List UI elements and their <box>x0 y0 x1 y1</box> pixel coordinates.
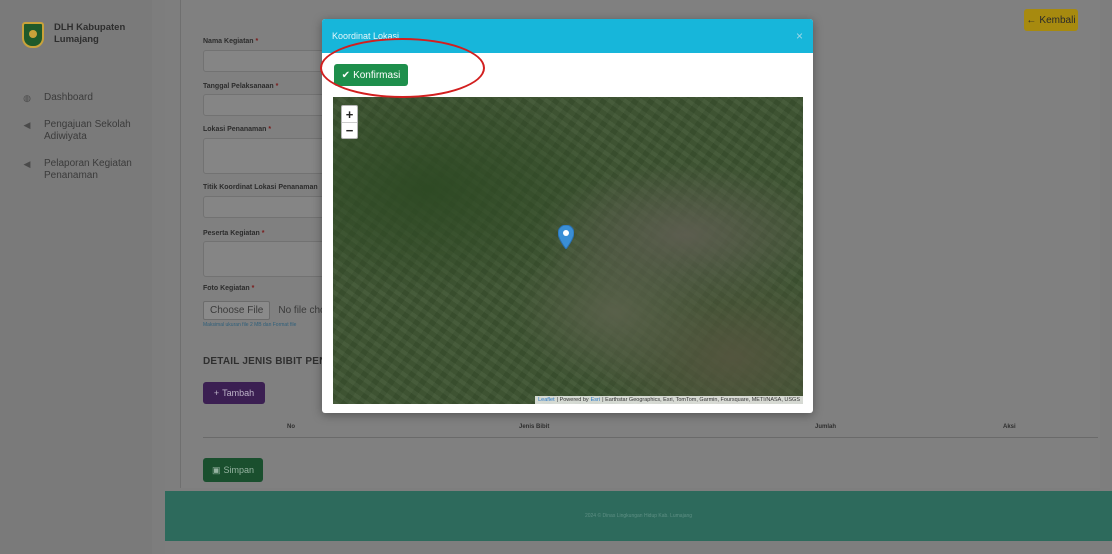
label-lokasi: Lokasi Penanaman * <box>203 126 271 133</box>
sidebar-item-dashboard[interactable]: ◍ Dashboard <box>22 92 147 104</box>
check-icon: ✔ <box>341 69 351 81</box>
label-text: Tanggal Pelaksanaan <box>203 83 274 90</box>
sidebar: DLH Kabupaten Lumajang ◍ Dashboard ◀ Pen… <box>0 0 152 554</box>
file-status: No file cho <box>278 305 326 316</box>
plus-icon: + <box>213 388 220 398</box>
label-text: Titik Koordinat Lokasi Penanaman <box>203 184 318 191</box>
send-icon: ◀ <box>23 159 31 169</box>
brand[interactable]: DLH Kabupaten Lumajang <box>22 22 144 48</box>
map-attribution: Leaflet | Powered by Esri | Earthstar Ge… <box>535 396 803 404</box>
label-nama-kegiatan: Nama Kegiatan * <box>203 38 258 45</box>
label-peserta: Peserta Kegiatan * <box>203 230 265 237</box>
sidebar-item-pengajuan[interactable]: ◀ Pengajuan Sekolah Adiwiyata <box>22 119 147 143</box>
footer-text: 2024 © Dinas Lingkungan Hidup Kab. Lumaj… <box>584 513 693 519</box>
label-text: Lokasi Penanaman <box>203 126 267 133</box>
logo <box>22 22 44 48</box>
file-hint: Maksimal ukuran file 2 MB dan Format fil… <box>203 322 297 328</box>
sidebar-nav: ◍ Dashboard ◀ Pengajuan Sekolah Adiwiyat… <box>22 92 147 197</box>
label-text: Foto Kegiatan <box>203 285 250 292</box>
required-mark: * <box>275 83 279 90</box>
save-icon: ▣ <box>211 464 221 475</box>
modal-title: Koordinat Lokasi <box>332 31 400 41</box>
confirm-button-label: Konfirmasi <box>353 69 401 81</box>
coordinate-modal: Koordinat Lokasi × ✔ Konfirmasi + − Leaf… <box>322 19 813 413</box>
table-header: No Jenis Bibit Jumlah Aksi <box>203 418 1098 438</box>
back-button[interactable]: ← Kembali <box>1024 9 1078 31</box>
send-icon: ◀ <box>23 120 31 130</box>
column-header: Jenis Bibit <box>519 424 550 430</box>
label-text: Nama Kegiatan <box>203 38 254 45</box>
dashboard-icon: ◍ <box>23 93 31 103</box>
save-button-label: Simpan <box>223 465 255 475</box>
zoom-in-button[interactable]: + <box>342 106 357 122</box>
required-mark: * <box>268 126 272 133</box>
required-mark: * <box>255 38 259 45</box>
section-title: DETAIL JENIS BIBIT PENA <box>203 356 334 367</box>
footer: 2024 © Dinas Lingkungan Hidup Kab. Lumaj… <box>165 491 1112 541</box>
esri-link[interactable]: Esri <box>591 397 600 403</box>
choose-file-button[interactable]: Choose File <box>203 301 271 320</box>
required-mark: * <box>261 230 265 237</box>
close-icon[interactable]: × <box>796 29 803 43</box>
column-header: Aksi <box>1003 424 1016 430</box>
label-tanggal: Tanggal Pelaksanaan * <box>203 83 278 90</box>
file-input[interactable]: Choose File No file cho <box>203 301 326 320</box>
add-button-label: Tambah <box>222 388 255 398</box>
confirm-button[interactable]: ✔ Konfirmasi <box>334 64 408 86</box>
label-koordinat: Titik Koordinat Lokasi Penanaman <box>203 184 318 191</box>
location-marker-icon[interactable] <box>558 225 574 249</box>
back-button-label: Kembali <box>1039 14 1076 26</box>
leaflet-link[interactable]: Leaflet <box>538 397 555 403</box>
column-header: Jumlah <box>815 424 837 430</box>
zoom-control: + − <box>341 105 358 139</box>
required-mark: * <box>251 285 255 292</box>
sidebar-item-label: Dashboard <box>44 92 93 103</box>
label-foto: Foto Kegiatan * <box>203 285 254 292</box>
satellite-map[interactable]: + − Leaflet | Powered by Esri | Earthsta… <box>333 97 803 404</box>
add-button[interactable]: + Tambah <box>203 382 265 404</box>
attribution-text: | Powered by <box>556 397 589 403</box>
zoom-out-button[interactable]: − <box>342 122 357 138</box>
attribution-sources: | Earthstar Geographics, Esri, TomTom, G… <box>602 397 800 403</box>
modal-header: Koordinat Lokasi × <box>322 19 813 53</box>
arrow-left-icon: ← <box>1026 14 1037 26</box>
sidebar-item-label: Pelaporan Kegiatan Penanaman <box>44 158 132 181</box>
column-header: No <box>287 424 295 430</box>
label-text: Peserta Kegiatan <box>203 230 260 237</box>
brand-text: DLH Kabupaten Lumajang <box>54 22 126 45</box>
sidebar-item-pelaporan[interactable]: ◀ Pelaporan Kegiatan Penanaman <box>22 158 147 182</box>
save-button[interactable]: ▣ Simpan <box>203 458 263 482</box>
sidebar-item-label: Pengajuan Sekolah Adiwiyata <box>44 119 131 142</box>
